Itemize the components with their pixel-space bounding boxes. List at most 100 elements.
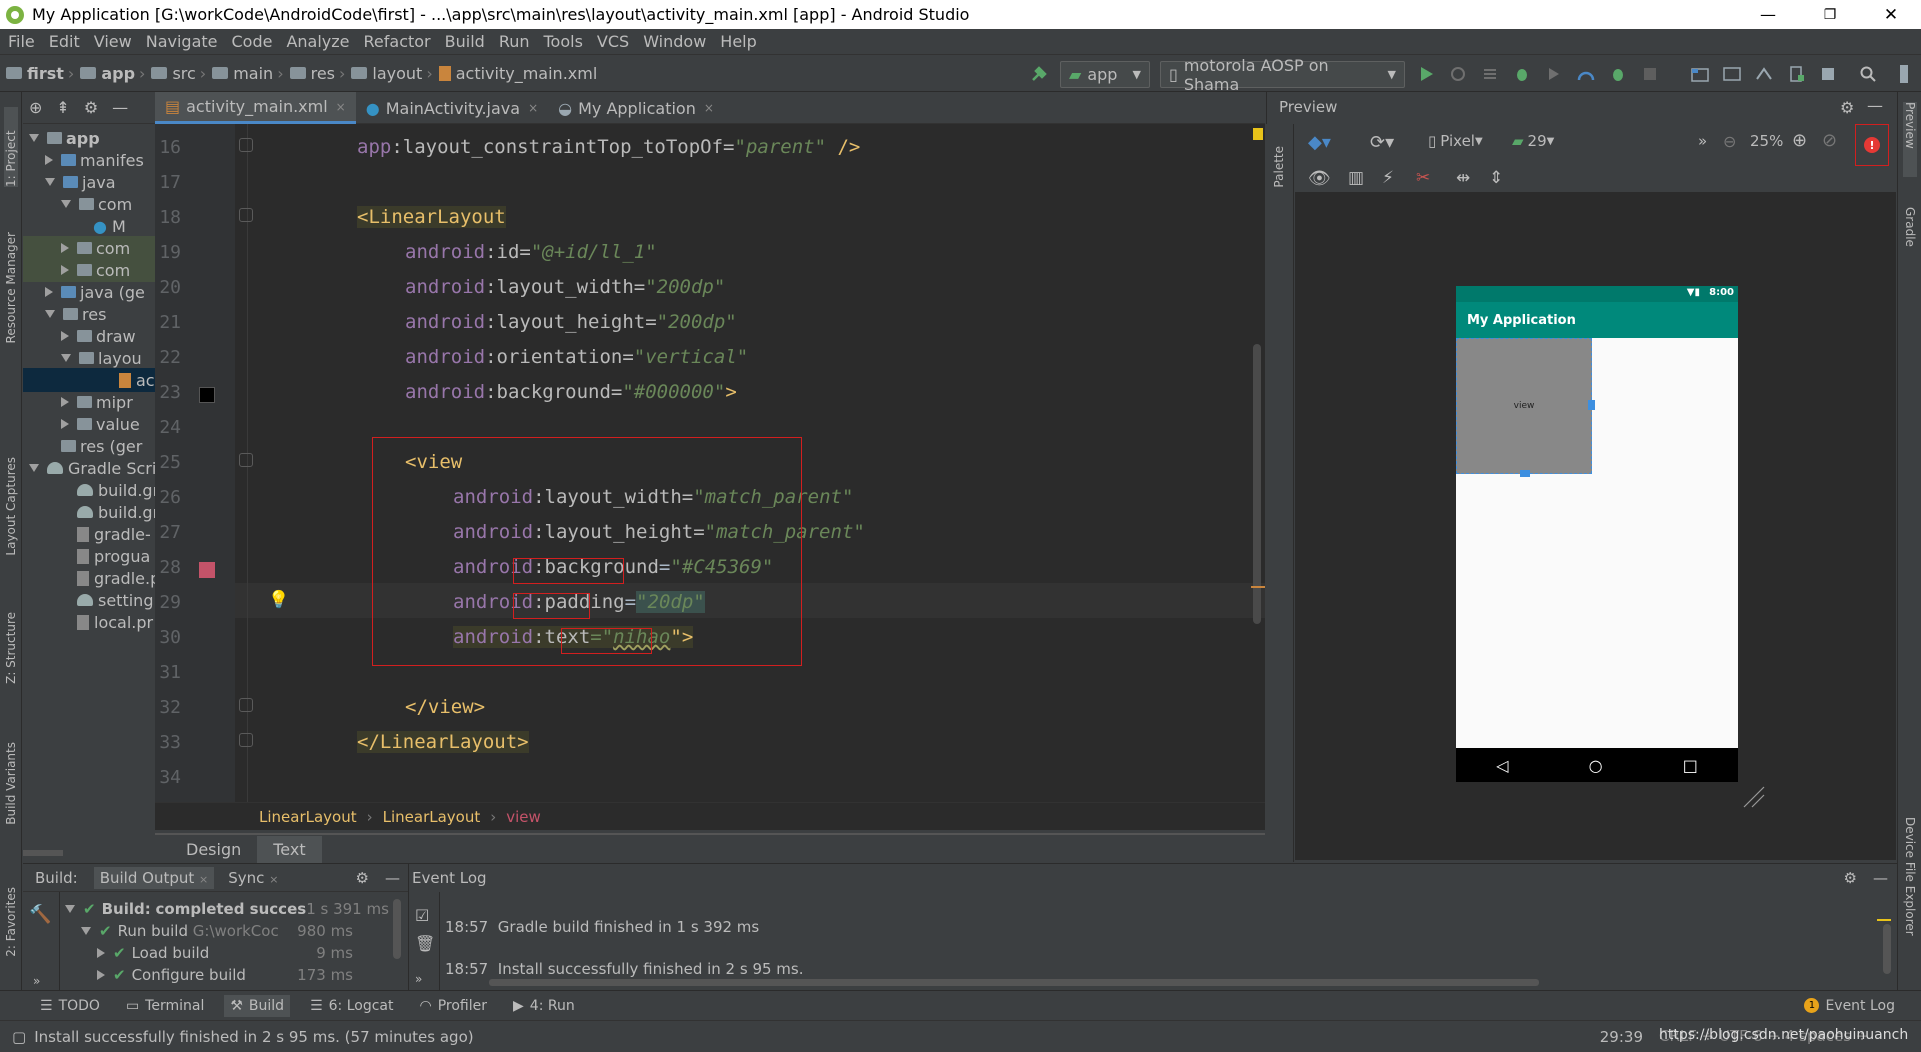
tree-item-activity-main[interactable]: ac — [23, 368, 155, 392]
sync-gradle-icon[interactable] — [1721, 62, 1743, 86]
status-toggle-icon[interactable]: ▢ — [12, 1028, 26, 1046]
mark-all-read-icon[interactable]: ☑ — [415, 906, 429, 925]
make-project-icon[interactable] — [1028, 62, 1050, 86]
fold-marker-icon[interactable] — [239, 138, 253, 152]
gear-icon[interactable]: ⚙ — [1840, 98, 1854, 117]
event-log-tool-button[interactable]: 1 Event Log — [1798, 995, 1901, 1017]
resource-manager-tool-button[interactable]: Resource Manager — [4, 232, 18, 343]
run-tool-button[interactable]: ▶ 4: Run — [507, 995, 581, 1017]
build-row-load-build[interactable]: ✔ Load build 9 ms — [97, 942, 353, 963]
build-row-run-build[interactable]: ✔ Run build G:\workCoc 980 ms — [81, 920, 353, 941]
trash-icon[interactable]: 🗑 — [415, 934, 435, 953]
menu-file[interactable]: File — [8, 32, 35, 51]
attach-debugger-icon[interactable] — [1607, 62, 1629, 86]
fold-marker-icon[interactable] — [239, 698, 253, 712]
vertical-scrollbar[interactable] — [1253, 344, 1261, 624]
zoom-fit-icon[interactable]: ⊘ — [1822, 130, 1837, 151]
resize-grip-icon[interactable] — [1742, 785, 1766, 809]
layers-icon[interactable]: ◆▾ — [1308, 132, 1331, 153]
logcat-tool-button[interactable]: ☰ 6: Logcat — [304, 995, 399, 1017]
hide-panel-icon[interactable]: — — [385, 869, 400, 887]
project-tool-button[interactable]: 1: Project — [4, 107, 18, 187]
close-tab-icon[interactable]: × — [199, 873, 208, 886]
favorites-tool-button[interactable]: 2: Favorites — [4, 887, 18, 957]
hide-panel-icon[interactable]: — — [1867, 96, 1883, 115]
tree-item-package[interactable]: com — [61, 192, 132, 216]
tree-item-settings-gradle[interactable]: setting: — [77, 588, 155, 612]
menu-refactor[interactable]: Refactor — [364, 32, 431, 51]
layout-inspector-icon[interactable] — [1817, 62, 1839, 86]
crumb-main[interactable]: main — [212, 64, 273, 83]
tree-item-res[interactable]: res — [45, 302, 106, 326]
tab-text[interactable]: Text — [257, 836, 322, 863]
menu-run[interactable]: Run — [499, 32, 530, 51]
gear-icon[interactable]: ⚙ — [84, 98, 98, 117]
phone-view-element[interactable]: view — [1456, 338, 1592, 474]
profiler-tool-button[interactable]: ◠ Profiler — [413, 995, 493, 1017]
tree-item-build-gradle-app[interactable]: build.gr — [77, 500, 155, 524]
close-tab-icon[interactable]: × — [336, 100, 346, 114]
gear-icon[interactable]: ⚙ — [356, 869, 369, 887]
color-swatch-black[interactable] — [199, 387, 215, 403]
menu-build[interactable]: Build — [445, 32, 485, 51]
tree-item-java[interactable]: java — [45, 170, 116, 194]
color-swatch-pink[interactable] — [199, 562, 215, 578]
eye-icon[interactable]: 👁 — [1308, 168, 1331, 189]
menu-analyze[interactable]: Analyze — [286, 32, 349, 51]
run-coverage-icon[interactable] — [1543, 62, 1565, 86]
run-config-combo[interactable]: ▰ app ▼ — [1060, 61, 1150, 88]
tab-my-application[interactable]: ◒ My Application × — [548, 92, 724, 124]
preview-tool-button[interactable]: Preview — [1903, 102, 1917, 177]
tree-item-mipmap[interactable]: mipr — [61, 390, 133, 414]
tree-item-local-properties[interactable]: local.pr — [77, 610, 153, 634]
menu-code[interactable]: Code — [232, 32, 273, 51]
device-combo[interactable]: ▯ motorola AOSP on Shama ▼ — [1160, 56, 1405, 94]
resize-handle[interactable] — [1588, 400, 1595, 410]
blueprint-icon[interactable]: ▥ — [1348, 168, 1364, 188]
apply-changes-icon[interactable] — [1447, 62, 1469, 86]
clear-constraints-icon[interactable]: ✂ — [1416, 168, 1430, 188]
default-margins-icon[interactable]: ⇹ — [1456, 168, 1470, 188]
tree-item-layout[interactable]: layou — [61, 346, 142, 370]
tree-item-build-gradle-project[interactable]: build.gr — [77, 478, 155, 502]
build-row-completed[interactable]: ✔ Build: completed succes 1 s 391 ms — [65, 898, 389, 919]
avd-manager-icon[interactable] — [1753, 62, 1775, 86]
crumb-app[interactable]: app — [80, 64, 135, 83]
expand-more-icon[interactable]: » — [33, 974, 40, 988]
resize-handle[interactable] — [1520, 470, 1530, 477]
crumb-layout[interactable]: layout — [351, 64, 422, 83]
menu-navigate[interactable]: Navigate — [146, 32, 218, 51]
device-selector[interactable]: ▯ Pixel ▼ — [1428, 132, 1483, 150]
project-structure-icon[interactable] — [1689, 62, 1711, 86]
tab-activity-main[interactable]: ▤ activity_main.xml × — [155, 92, 356, 124]
build-tool-button[interactable]: ⚒ Build — [224, 994, 291, 1017]
tree-item-drawable[interactable]: draw — [61, 324, 136, 348]
api-selector[interactable]: ▰ 29 ▼ — [1512, 132, 1554, 150]
menu-edit[interactable]: Edit — [49, 32, 80, 51]
vertical-scrollbar[interactable] — [1883, 924, 1891, 974]
apply-code-changes-icon[interactable] — [1479, 62, 1501, 86]
close-tab-icon[interactable]: × — [528, 101, 538, 115]
device-file-explorer-tool-button[interactable]: Device File Explorer — [1903, 817, 1917, 936]
collapse-all-icon[interactable]: ⇞ — [56, 98, 69, 117]
breadcrumb-view[interactable]: view — [506, 808, 541, 826]
menu-vcs[interactable]: VCS — [597, 32, 629, 51]
gear-icon[interactable]: ⚙ — [1844, 869, 1857, 887]
close-tab-icon[interactable]: × — [704, 101, 714, 115]
tree-item-mainactivity[interactable]: ● M — [93, 214, 126, 238]
close-button[interactable]: ✕ — [1861, 0, 1921, 29]
tree-item-gradle-scripts[interactable]: Gradle Scri — [29, 456, 155, 480]
build-hammer-icon[interactable]: 🔨 — [29, 904, 51, 925]
menu-help[interactable]: Help — [720, 32, 756, 51]
tree-item-package-androidtest[interactable]: com — [23, 258, 155, 282]
crumb-file[interactable]: activity_main.xml — [438, 64, 597, 83]
crumb-res[interactable]: res — [289, 64, 335, 83]
tab-build-output[interactable]: Build Output × — [93, 866, 215, 889]
layout-captures-tool-button[interactable]: Layout Captures — [4, 457, 18, 556]
more-actions-icon[interactable]: » — [1698, 132, 1707, 150]
build-variants-tool-button[interactable]: Build Variants — [4, 742, 18, 825]
autoconnect-icon[interactable]: ⚡ — [1382, 168, 1394, 188]
error-indicator-button[interactable]: ! — [1855, 124, 1889, 166]
horizontal-scrollbar[interactable] — [489, 979, 1539, 986]
tab-sync[interactable]: Sync × — [228, 869, 278, 887]
